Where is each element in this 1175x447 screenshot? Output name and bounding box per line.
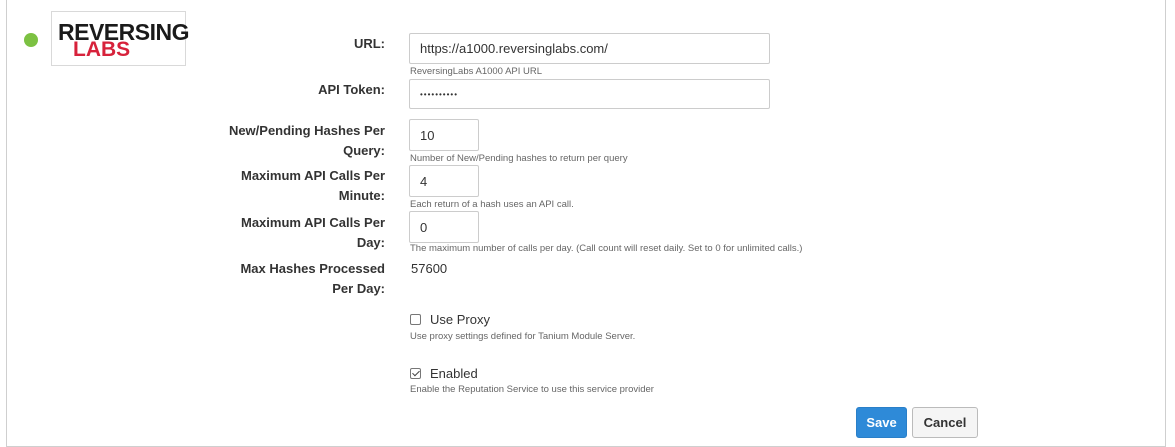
max-per-day-input[interactable] [409,211,479,243]
use-proxy-help: Use proxy settings defined for Tanium Mo… [410,331,636,342]
url-help: ReversingLabs A1000 API URL [410,66,543,77]
max-hashes-label: Max Hashes Processed Per Day: [185,259,385,299]
max-per-day-help: The maximum number of calls per day. (Ca… [410,243,803,254]
enabled-checkbox[interactable] [410,368,421,379]
use-proxy-checkbox[interactable] [410,314,421,325]
enabled-label[interactable]: Enabled [430,366,478,381]
save-button[interactable]: Save [856,407,907,438]
max-per-minute-input[interactable] [409,165,479,197]
max-per-day-label-line2: Day: [356,235,385,250]
max-per-minute-label-line1: Maximum API Calls Per [240,168,385,183]
max-hashes-label-line2: Per Day: [332,281,385,296]
enabled-help: Enable the Reputation Service to use thi… [410,384,654,395]
url-input[interactable] [409,33,770,64]
use-proxy-row: Use Proxy [410,312,490,327]
max-per-minute-label-line2: Minute: [338,188,385,203]
new-pending-label: New/Pending Hashes Per Query: [185,121,385,161]
max-per-day-label-line1: Maximum API Calls Per [240,215,385,230]
api-token-label: API Token: [318,82,385,97]
url-label: URL: [353,36,385,51]
max-hashes-label-line1: Max Hashes Processed [240,261,385,276]
new-pending-label-line1: New/Pending Hashes Per [228,123,385,138]
max-per-day-label: Maximum API Calls Per Day: [185,213,385,253]
status-indicator-icon [24,33,38,47]
settings-panel [6,0,1166,447]
use-proxy-label[interactable]: Use Proxy [430,312,490,327]
cancel-button[interactable]: Cancel [912,407,978,438]
api-token-input[interactable] [409,79,770,109]
new-pending-input[interactable] [409,119,479,151]
logo-text-labs: LABS [73,38,131,61]
new-pending-label-line2: Query: [343,143,385,158]
reversinglabs-logo: REVERSING LABS [51,11,189,66]
max-per-minute-help: Each return of a hash uses an API call. [410,199,574,210]
max-per-minute-label: Maximum API Calls Per Minute: [185,166,385,206]
max-hashes-value: 57600 [411,261,448,276]
enabled-row: Enabled [410,366,478,381]
new-pending-help: Number of New/Pending hashes to return p… [410,153,628,164]
